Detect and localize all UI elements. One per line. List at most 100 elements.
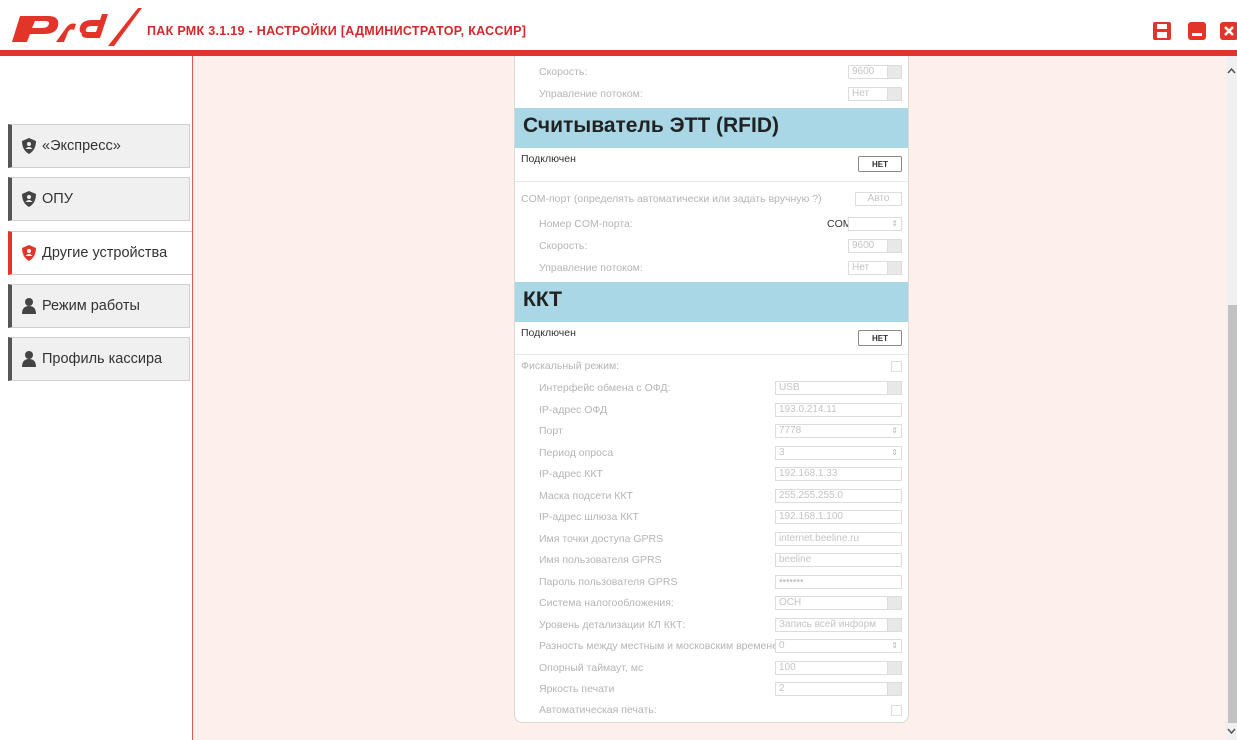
sidebar-item-label: «Экспресс» <box>42 138 121 154</box>
kkt-connected-label: Подключен <box>521 327 576 339</box>
kkt-connected-toggle[interactable]: НЕТ <box>858 330 902 346</box>
flow-label: Управление потоком: <box>539 262 643 274</box>
speed-select[interactable]: 9600 <box>848 239 902 253</box>
kkt-field-label: Уровень детализации КЛ ККТ: <box>539 618 686 631</box>
rfid-title: Считыватель ЭТТ (RFID) <box>523 114 779 137</box>
kkt-field-label: Яркость печати <box>539 683 615 695</box>
port-label: Номер COM-порта: <box>539 218 633 230</box>
kkt-field-value: internet.beeline.ru <box>779 532 860 544</box>
auto-button[interactable]: Авто <box>855 192 902 206</box>
flow-label: Управление потоком: <box>539 88 643 100</box>
kkt-field-value: 192.168.1.100 <box>779 511 843 522</box>
sidebar-item-opu[interactable]: ОПУ <box>8 177 190 221</box>
window-title: ПАК РМК 3.1.19 - НАСТРОЙКИ [АДМИНИСТРАТО… <box>147 24 527 38</box>
divider <box>515 354 908 355</box>
kkt-field-select[interactable]: ОСН <box>775 596 902 610</box>
save-button[interactable] <box>1152 21 1172 41</box>
kkt-field-input[interactable]: 192.168.1.100 <box>775 510 902 524</box>
kkt-field-label: Имя точки доступа GPRS <box>539 532 664 545</box>
kkt-field-value: Запись всей информ <box>779 618 877 630</box>
dropdown-arrow-icon <box>887 618 901 631</box>
kkt-field-label: Пароль пользователя GPRS <box>539 575 678 588</box>
dropdown-arrow-icon <box>887 683 901 695</box>
fiscal-label: Фискальный режим: <box>521 360 620 372</box>
port-spinner[interactable]: ⇕ <box>848 217 902 231</box>
flow-select[interactable]: Нет <box>848 261 902 275</box>
rfid-connected-toggle[interactable]: НЕТ <box>858 156 902 172</box>
kkt-field-input[interactable]: ••••••• <box>775 574 902 589</box>
flow-value: Нет <box>852 262 870 273</box>
kkt-field-label: Опорный таймаут, мс <box>539 661 644 674</box>
kkt-field-input[interactable]: beeline <box>775 553 902 567</box>
rzd-logo <box>12 8 142 46</box>
kkt-field-label: Система налогообложения: <box>539 597 674 609</box>
sidebar-item-other-devices[interactable]: Другие устройства <box>8 231 192 275</box>
speed-value: 9600 <box>852 66 875 77</box>
scroll-down-icon <box>1227 728 1236 735</box>
scrollbar-thumb[interactable] <box>1228 305 1237 723</box>
kkt-field-select[interactable]: USB <box>775 381 902 395</box>
kkt-field-select[interactable]: Запись всей информ <box>775 617 902 632</box>
sidebar-item-label: ОПУ <box>42 191 73 207</box>
minimize-button[interactable] <box>1187 21 1207 41</box>
speed-label: Скорость: <box>539 66 588 78</box>
sidebar-item-label: Профиль кассира <box>42 351 163 367</box>
sidebar-item-express[interactable]: «Экспресс» <box>8 124 190 168</box>
shield-icon <box>22 138 36 154</box>
kkt-field-input[interactable]: 255.255.255.0 <box>775 488 902 503</box>
dropdown-arrow-icon <box>887 382 901 394</box>
save-icon <box>1153 22 1171 40</box>
settings-panel: Скорость: 9600 Управление потоком: Нет С… <box>514 56 909 723</box>
kkt-section-header: ККТ <box>515 282 908 322</box>
kkt-field-value: 100 <box>779 661 796 673</box>
sidebar-item-cashier-profile[interactable]: Профиль кассира <box>8 337 190 381</box>
auto-print-checkbox[interactable] <box>891 705 902 716</box>
kkt-title: ККТ <box>523 288 562 311</box>
close-icon <box>1220 22 1237 40</box>
kkt-field-value: 3 <box>779 446 785 458</box>
flow-select[interactable]: Нет <box>848 87 902 101</box>
kkt-field-label: Разность между местным и московским врем… <box>539 640 801 652</box>
kkt-field-label: Порт <box>539 425 563 437</box>
kkt-field-value: 0 <box>779 640 785 651</box>
rfid-section-header: Считыватель ЭТТ (RFID) <box>515 108 908 148</box>
shield-icon <box>22 191 36 207</box>
dropdown-arrow-icon <box>887 597 901 609</box>
close-button[interactable] <box>1219 21 1237 41</box>
speed-select[interactable]: 9600 <box>848 65 902 79</box>
kkt-field-value: beeline <box>779 554 812 565</box>
kkt-field-select[interactable]: 100 <box>775 660 902 675</box>
kkt-field-label: IP-адрес шлюза ККТ <box>539 511 639 523</box>
kkt-field-value: 255.255.255.0 <box>779 489 843 501</box>
kkt-field-input[interactable]: 192.168.1.33 <box>775 467 902 481</box>
kkt-field-label: Имя пользователя GPRS <box>539 554 662 566</box>
kkt-field-label: IP-адрес ККТ <box>539 468 603 480</box>
auto-print-label: Автоматическая печать: <box>539 704 657 716</box>
scroll-up-icon <box>1227 67 1236 74</box>
rfid-connected-label: Подключен <box>521 153 576 165</box>
person-icon <box>22 351 36 367</box>
kkt-field-value: 2 <box>779 683 785 694</box>
kkt-field-spinner[interactable]: 3 ⇕ <box>775 445 902 460</box>
dropdown-arrow-icon <box>887 661 901 674</box>
fiscal-checkbox[interactable] <box>891 361 902 372</box>
flow-value: Нет <box>852 88 870 99</box>
speed-value: 9600 <box>852 240 875 251</box>
sidebar-item-label: Режим работы <box>42 298 140 314</box>
shield-icon <box>22 245 36 261</box>
kkt-field-value: USB <box>779 382 800 393</box>
kkt-field-input[interactable]: internet.beeline.ru <box>775 531 902 546</box>
sidebar: «Экспресс» ОПУ Другие устройства Режим р… <box>0 56 193 740</box>
kkt-field-value: 193.0.214.11 <box>779 403 837 415</box>
kkt-field-label: Интерфейс обмена с ОФД: <box>539 382 671 394</box>
kkt-field-select[interactable]: 2 <box>775 682 902 696</box>
kkt-field-spinner[interactable]: 7778 ⇕ <box>775 424 902 438</box>
divider <box>515 181 908 182</box>
spinner-icon: ⇕ <box>891 426 898 435</box>
kkt-field-label: IP-адрес ОФД <box>539 403 608 416</box>
sidebar-item-work-mode[interactable]: Режим работы <box>8 284 190 328</box>
kkt-field-input[interactable]: 193.0.214.11 <box>775 402 902 417</box>
kkt-field-spinner[interactable]: 0 ⇕ <box>775 639 902 653</box>
kkt-field-label: Период опроса <box>539 446 614 459</box>
sidebar-item-label: Другие устройства <box>42 245 168 261</box>
